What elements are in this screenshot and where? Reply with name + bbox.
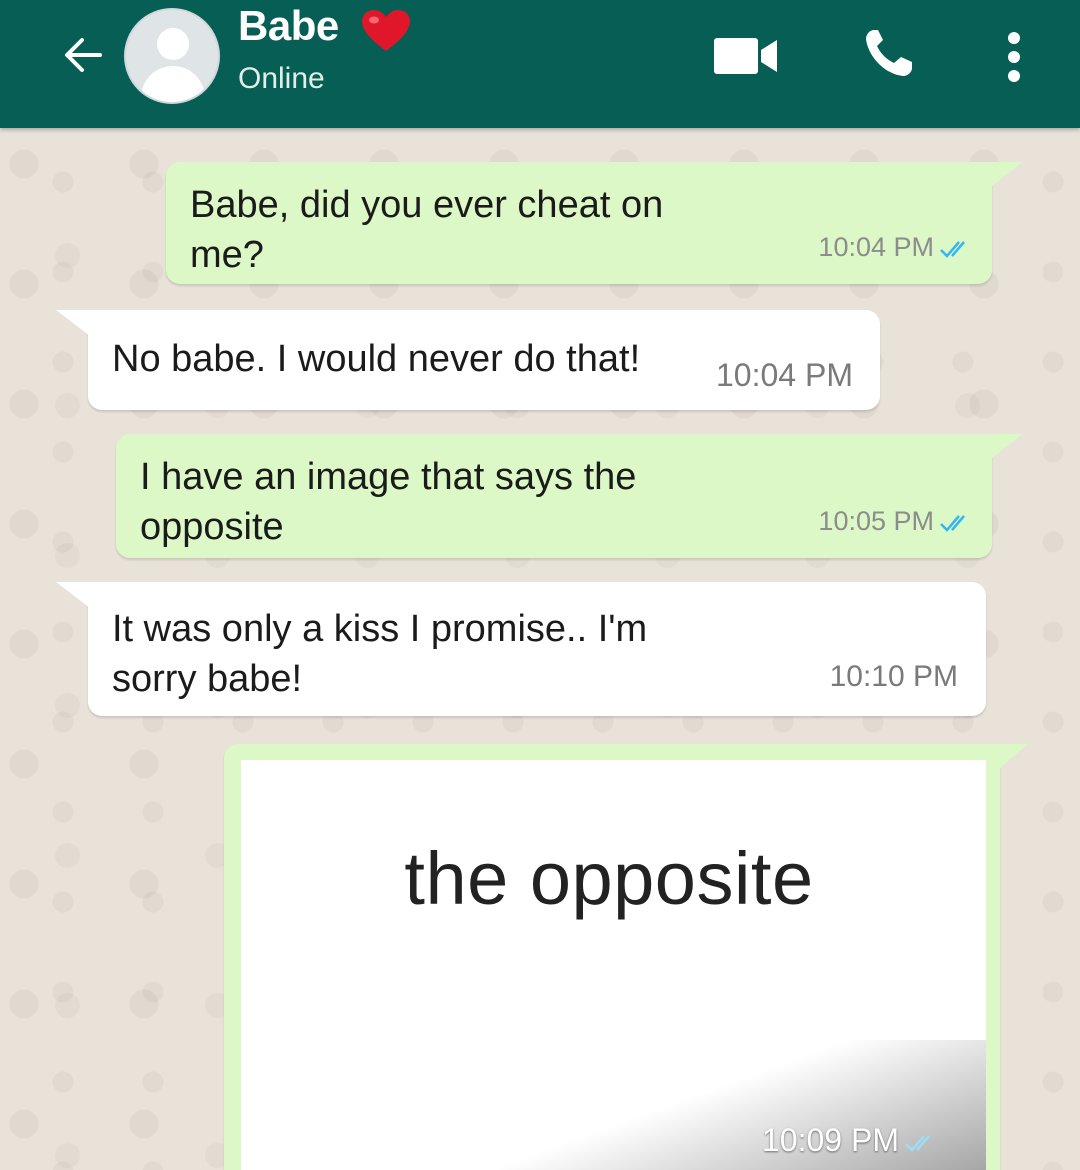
- chat-header: Babe Online: [0, 0, 1080, 128]
- message-bubble-outgoing[interactable]: I have an image that says the opposite 1…: [116, 434, 992, 558]
- message-text: No babe. I would never do that!: [112, 338, 641, 380]
- double-check-icon: [905, 1134, 930, 1152]
- bubble-tail: [56, 310, 90, 336]
- message-time: 10:09 PM: [762, 1122, 941, 1159]
- contact-status: Online: [238, 62, 325, 95]
- double-check-icon: [940, 241, 965, 258]
- message-text: I have an image that says the opposite: [140, 456, 637, 548]
- message-time: 10:04 PM: [818, 222, 976, 272]
- bubble-tail: [998, 744, 1028, 770]
- contact-name[interactable]: Babe: [238, 2, 339, 50]
- double-check-icon: [940, 515, 965, 532]
- bubble-tail: [56, 582, 90, 608]
- more-vert-icon[interactable]: [1004, 30, 1024, 84]
- message-text: It was only a kiss I promise.. I'm sorry…: [112, 608, 648, 700]
- video-call-icon[interactable]: [713, 36, 779, 76]
- bubble-tail: [990, 162, 1022, 188]
- avatar[interactable]: [124, 8, 220, 104]
- default-avatar-icon: [157, 28, 189, 60]
- message-bubble-incoming[interactable]: No babe. I would never do that! 10:04 PM: [88, 310, 880, 410]
- message-text: Babe, did you ever cheat on me?: [190, 184, 664, 276]
- bubble-tail: [990, 434, 1022, 460]
- message-bubble-outgoing[interactable]: Babe, did you ever cheat on me? 10:04 PM: [166, 162, 992, 284]
- image-caption-text: the opposite: [404, 837, 814, 920]
- message-time: 10:04 PM: [716, 357, 853, 393]
- phone-call-icon[interactable]: [860, 26, 916, 82]
- arrow-left-icon[interactable]: [58, 30, 108, 80]
- red-heart-icon: [362, 10, 410, 51]
- message-bubble-incoming[interactable]: It was only a kiss I promise.. I'm sorry…: [88, 582, 986, 716]
- message-time: 10:05 PM: [818, 496, 976, 546]
- message-time: 10:10 PM: [829, 660, 958, 693]
